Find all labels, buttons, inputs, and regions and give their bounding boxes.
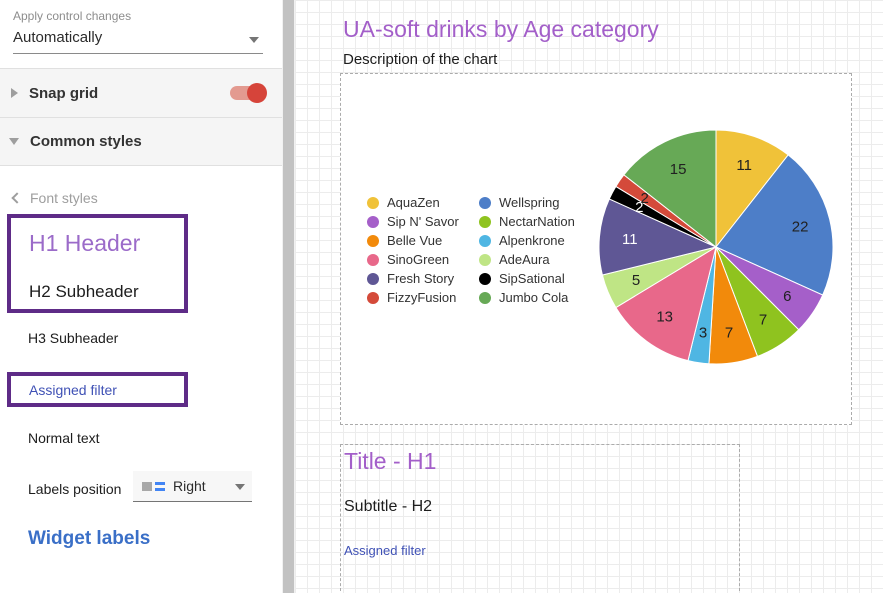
font-styles-back-label: Font styles: [30, 190, 98, 206]
legend-item-aquazen[interactable]: AquaZen: [367, 193, 479, 212]
style-item-h1-header[interactable]: H1 Header: [29, 230, 140, 257]
labels-position-value: Right: [173, 478, 206, 494]
legend-color-dot: [479, 235, 491, 247]
legend-label: AquaZen: [387, 195, 440, 210]
legend-item-wellspring[interactable]: Wellspring: [479, 193, 575, 212]
common-styles-row[interactable]: Common styles: [0, 118, 282, 165]
chart-legend: AquaZen Sip N' Savor Belle Vue SinoGreen Fre…: [367, 193, 575, 307]
text-widget[interactable]: Title - H1 Subtitle - H2 Assigned filter: [340, 444, 740, 593]
labels-position-label: Labels position: [28, 481, 121, 497]
widget-labels-heading: Widget labels: [28, 528, 150, 550]
text-widget-assigned-filter[interactable]: Assigned filter: [344, 543, 426, 558]
legend-item-sipsational[interactable]: SipSational: [479, 269, 575, 288]
style-item-normal-text[interactable]: Normal text: [28, 430, 100, 446]
legend-color-dot: [479, 197, 491, 209]
pie-slice-value-label: 7: [759, 312, 767, 329]
legend-item-fresh-story[interactable]: Fresh Story: [367, 269, 479, 288]
text-widget-subtitle[interactable]: Subtitle - H2: [344, 498, 432, 516]
pie-slice-value-label: 5: [632, 272, 640, 289]
style-item-h2-subheader[interactable]: H2 Subheader: [29, 282, 139, 302]
apply-control-changes-label: Apply control changes: [13, 9, 131, 23]
legend-item-nectarnation[interactable]: NectarNation: [479, 212, 575, 231]
text-widget-title[interactable]: Title - H1: [344, 448, 436, 475]
snap-grid-toggle[interactable]: [230, 86, 264, 100]
legend-label: Alpenkrone: [499, 233, 565, 248]
legend-color-dot: [479, 216, 491, 228]
legend-column: AquaZen Sip N' Savor Belle Vue SinoGreen Fre…: [367, 193, 479, 307]
pie-slice-value-label: 22: [792, 218, 809, 235]
label-alignment-icon: [142, 482, 152, 491]
style-item-h3-subheader[interactable]: H3 Subheader: [28, 330, 118, 346]
legend-color-dot: [367, 197, 379, 209]
assigned-filter-selection-box: Assigned filter: [7, 372, 188, 407]
apply-control-changes-value: Automatically: [13, 29, 102, 46]
dropdown-caret-icon: [249, 37, 259, 43]
snap-grid-row[interactable]: Snap grid: [0, 69, 282, 117]
legend-color-dot: [479, 254, 491, 266]
legend-label: SipSational: [499, 271, 565, 286]
chart-widget-subtitle[interactable]: Description of the chart: [343, 51, 497, 68]
chart-widget-title[interactable]: UA-soft drinks by Age category: [343, 16, 659, 43]
legend-label: Jumbo Cola: [499, 290, 568, 305]
font-styles-back-link[interactable]: Font styles: [13, 190, 98, 206]
legend-item-sip-n-savor[interactable]: Sip N' Savor: [367, 212, 479, 231]
legend-color-dot: [367, 235, 379, 247]
legend-color-dot: [479, 292, 491, 304]
pie-chart-widget[interactable]: AquaZen Sip N' Savor Belle Vue SinoGreen Fre…: [340, 73, 852, 425]
common-styles-label: Common styles: [30, 133, 142, 150]
divider: [0, 165, 282, 166]
pie-chart: 11226773135112215: [591, 122, 841, 372]
legend-label: Belle Vue: [387, 233, 442, 248]
header-styles-selection-box: H1 Header H2 Subheader: [7, 214, 188, 313]
legend-color-dot: [367, 292, 379, 304]
sidebar-scrollbar: [282, 0, 295, 593]
legend-color-dot: [479, 273, 491, 285]
pie-slice-value-label: 11: [622, 231, 638, 248]
legend-label: Wellspring: [499, 195, 559, 210]
dropdown-caret-icon: [235, 484, 245, 490]
legend-item-adeaura[interactable]: AdeAura: [479, 250, 575, 269]
collapse-arrow-icon[interactable]: [9, 138, 19, 145]
legend-color-dot: [367, 216, 379, 228]
legend-item-alpenkrone[interactable]: Alpenkrone: [479, 231, 575, 250]
style-item-assigned-filter[interactable]: Assigned filter: [29, 382, 117, 398]
pie-slice-value-label: 6: [783, 288, 791, 305]
label-alignment-icon-bar: [155, 482, 165, 485]
legend-column: Wellspring NectarNation Alpenkrone AdeAura S…: [479, 193, 575, 307]
legend-label: SinoGreen: [387, 252, 449, 267]
legend-label: NectarNation: [499, 214, 575, 229]
expand-arrow-icon[interactable]: [11, 88, 18, 98]
pie-slice-value-label: 13: [656, 309, 673, 326]
dashboard-canvas[interactable]: UA-soft drinks by Age category Descripti…: [295, 0, 883, 593]
legend-label: Fresh Story: [387, 271, 454, 286]
pie-slice-value-label: 7: [725, 325, 733, 342]
chevron-left-icon: [11, 192, 22, 203]
scrollbar-thumb[interactable]: [283, 0, 294, 593]
legend-label: Sip N' Savor: [387, 214, 459, 229]
snap-grid-label: Snap grid: [29, 85, 98, 102]
style-settings-sidebar: Apply control changes Automatically Snap…: [0, 0, 282, 593]
legend-label: FizzyFusion: [387, 290, 456, 305]
pie-slice-value-label: 3: [699, 325, 707, 342]
pie-slice-value-label: 15: [670, 161, 687, 178]
legend-item-sinogreen[interactable]: SinoGreen: [367, 250, 479, 269]
legend-color-dot: [367, 273, 379, 285]
legend-item-fizzyfusion[interactable]: FizzyFusion: [367, 288, 479, 307]
apply-control-changes-select[interactable]: Automatically: [13, 26, 263, 54]
legend-label: AdeAura: [499, 252, 550, 267]
toggle-knob: [247, 83, 267, 103]
legend-item-jumbo-cola[interactable]: Jumbo Cola: [479, 288, 575, 307]
pie-slice-value-label: 11: [736, 157, 752, 174]
label-alignment-icon-bar: [155, 488, 165, 491]
legend-item-belle-vue[interactable]: Belle Vue: [367, 231, 479, 250]
labels-position-dropdown[interactable]: Right: [133, 471, 252, 502]
legend-color-dot: [367, 254, 379, 266]
